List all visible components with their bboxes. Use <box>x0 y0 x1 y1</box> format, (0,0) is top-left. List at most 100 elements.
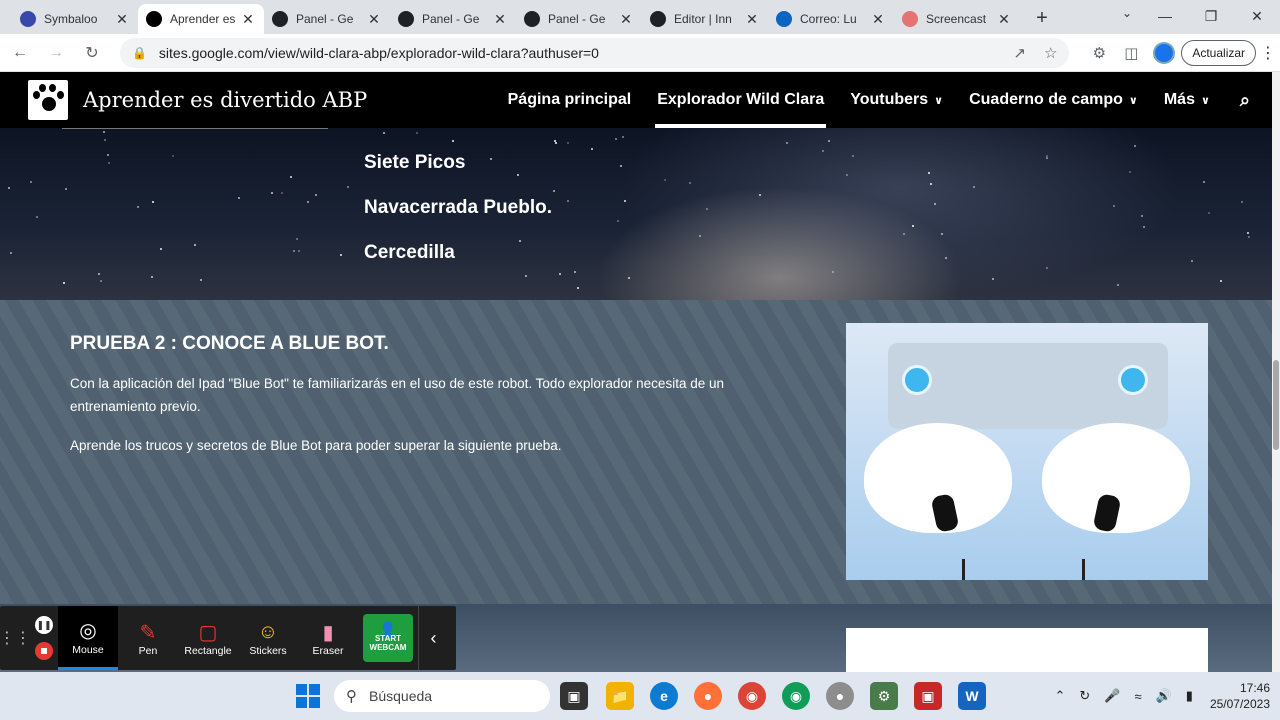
star-dot <box>567 200 569 202</box>
nav-item[interactable]: Cuaderno de campo ∨ <box>969 72 1138 128</box>
browser-tab[interactable]: Symbaloo ✕ <box>12 4 138 34</box>
star-dot <box>1129 171 1131 173</box>
browser-tab[interactable]: Editor | Inn ✕ <box>642 4 768 34</box>
site-navigation: Página principal Explorador Wild Clara You… <box>482 72 1250 128</box>
browser-tab[interactable]: Aprender es ✕ <box>138 4 264 34</box>
nav-item[interactable]: Más ∨ <box>1164 72 1210 128</box>
tab-search-chevron-icon[interactable]: ⌄ <box>1122 6 1132 20</box>
star-dot <box>315 194 317 196</box>
tab-title: Panel - Ge <box>422 12 480 26</box>
back-icon[interactable]: ← <box>4 37 36 69</box>
nav-item-label: Youtubers <box>850 91 929 108</box>
windows-start-icon[interactable] <box>296 684 320 708</box>
prueba-section: PRUEBA 2 : CONOCE A BLUE BOT. Con la apl… <box>0 300 1272 604</box>
word-icon[interactable]: W <box>958 682 986 710</box>
share-icon[interactable]: ↗ <box>1013 44 1026 62</box>
extensions-icon[interactable]: ⚙ <box>1083 37 1115 69</box>
star-dot <box>172 155 174 157</box>
start-webcam-button[interactable]: 👤 START WEBCAM <box>363 614 413 662</box>
tab-close-icon[interactable]: ✕ <box>996 11 1012 28</box>
nav-item[interactable]: Youtubers ∨ <box>850 72 943 128</box>
restore-icon[interactable]: ❐ <box>1188 0 1234 32</box>
star-dot <box>912 225 914 227</box>
scrollbar-thumb[interactable] <box>1273 360 1279 450</box>
tab-favicon-icon <box>902 11 918 27</box>
bookmark-star-icon[interactable]: ☆ <box>1044 44 1057 62</box>
tool-label: Eraser <box>312 645 344 657</box>
tool-stickers-button[interactable]: ☺ Stickers <box>238 606 298 670</box>
star-dot <box>65 188 67 190</box>
webcam-label-2: WEBCAM <box>369 642 407 652</box>
side-panel-icon[interactable]: ◫ <box>1115 37 1147 69</box>
new-tab-button[interactable]: + <box>1028 4 1056 32</box>
drag-handle-icon[interactable]: ⋮⋮ <box>0 606 31 670</box>
volume-icon[interactable]: 🔊 <box>1156 688 1172 704</box>
stop-record-icon[interactable] <box>35 642 53 660</box>
site-title[interactable]: Aprender es divertido ABP <box>83 88 367 112</box>
chrome-profile-icon[interactable]: ◉ <box>782 682 810 710</box>
tab-close-icon[interactable]: ✕ <box>366 11 382 28</box>
page-scrollbar[interactable] <box>1272 72 1280 672</box>
tab-close-icon[interactable]: ✕ <box>744 11 760 28</box>
file-explorer-icon[interactable]: 📁 <box>606 682 634 710</box>
tool-mouse-button[interactable]: ◎ Mouse <box>58 606 118 670</box>
edge-icon[interactable]: e <box>650 682 678 710</box>
nav-item[interactable]: Explorador Wild Clara <box>655 72 827 128</box>
taskbar-search[interactable]: ⚲ Búsqueda <box>334 680 550 712</box>
star-dot <box>160 248 162 250</box>
sync-icon[interactable]: ↻ <box>1079 688 1090 704</box>
collapse-chevron-icon[interactable]: ‹ <box>418 606 448 670</box>
nav-item[interactable]: Página principal <box>508 72 632 128</box>
browser-tab[interactable]: Correo: Lu ✕ <box>768 4 894 34</box>
tool-rectangle-button[interactable]: ▢ Rectangle <box>178 606 238 670</box>
tray-chevron-icon[interactable]: ⌃ <box>1054 688 1065 704</box>
paw-logo-icon[interactable] <box>28 80 68 120</box>
taskbar-clock[interactable]: 17:46 25/07/2023 <box>1210 680 1270 712</box>
star-dot <box>347 186 349 188</box>
microphone-icon[interactable]: 🎤 <box>1104 688 1120 704</box>
profile-avatar[interactable] <box>1153 41 1176 64</box>
battery-icon[interactable]: ▮ <box>1186 688 1193 704</box>
tool-pen-button[interactable]: ✎ Pen <box>118 606 178 670</box>
update-button[interactable]: Actualizar <box>1181 39 1257 66</box>
nav-item-label: Cuaderno de campo <box>969 91 1123 108</box>
address-bar[interactable]: 🔒 sites.google.com/view/wild-clara-abp/e… <box>119 37 1070 68</box>
browser-tab[interactable]: Screencast ✕ <box>894 4 1020 34</box>
forward-icon[interactable]: → <box>40 37 72 69</box>
app-icon-2[interactable]: ⚙ <box>870 682 898 710</box>
screencast-tools: ◎ Mouse ✎ Pen ▢ Rectangle ☺ Stickers ▮ Eraser <box>58 606 358 670</box>
browser-tab[interactable]: Panel - Ge ✕ <box>516 4 642 34</box>
url-text[interactable]: sites.google.com/view/wild-clara-abp/exp… <box>159 45 995 61</box>
browser-tab[interactable]: Panel - Ge ✕ <box>264 4 390 34</box>
app-icon-3[interactable]: ▣ <box>914 682 942 710</box>
star-dot <box>759 194 761 196</box>
close-window-icon[interactable]: ✕ <box>1234 0 1280 32</box>
tab-close-icon[interactable]: ✕ <box>492 11 508 28</box>
tab-close-icon[interactable]: ✕ <box>114 11 130 28</box>
tool-eraser-button[interactable]: ▮ Eraser <box>298 606 358 670</box>
star-dot <box>434 166 436 168</box>
site-search-icon[interactable]: ⌕ <box>1240 72 1250 128</box>
chrome-icon[interactable]: ◉ <box>738 682 766 710</box>
app-icon-1[interactable]: ● <box>826 682 854 710</box>
tab-close-icon[interactable]: ✕ <box>870 11 886 28</box>
star-dot <box>416 132 418 134</box>
reload-icon[interactable]: ↻ <box>76 37 108 69</box>
tab-favicon-icon <box>20 11 36 27</box>
minimize-icon[interactable]: — <box>1142 0 1188 32</box>
star-dot <box>100 280 102 282</box>
task-view-icon[interactable]: ▣ <box>560 682 588 710</box>
pause-icon[interactable]: ❚❚ <box>35 616 53 634</box>
browser-tab[interactable]: Panel - Ge ✕ <box>390 4 516 34</box>
menu-kebab-icon[interactable]: ⋮ <box>1256 43 1280 63</box>
star-dot <box>664 179 666 181</box>
star-dot <box>98 273 100 275</box>
star-dot <box>553 190 555 192</box>
tab-close-icon[interactable]: ✕ <box>240 11 256 28</box>
firefox-icon[interactable]: ● <box>694 682 722 710</box>
star-dot <box>992 278 994 280</box>
tab-close-icon[interactable]: ✕ <box>618 11 634 28</box>
chevron-down-icon: ∨ <box>1128 94 1138 107</box>
star-dot <box>1191 260 1193 262</box>
wifi-icon[interactable]: ≈ <box>1134 689 1141 704</box>
